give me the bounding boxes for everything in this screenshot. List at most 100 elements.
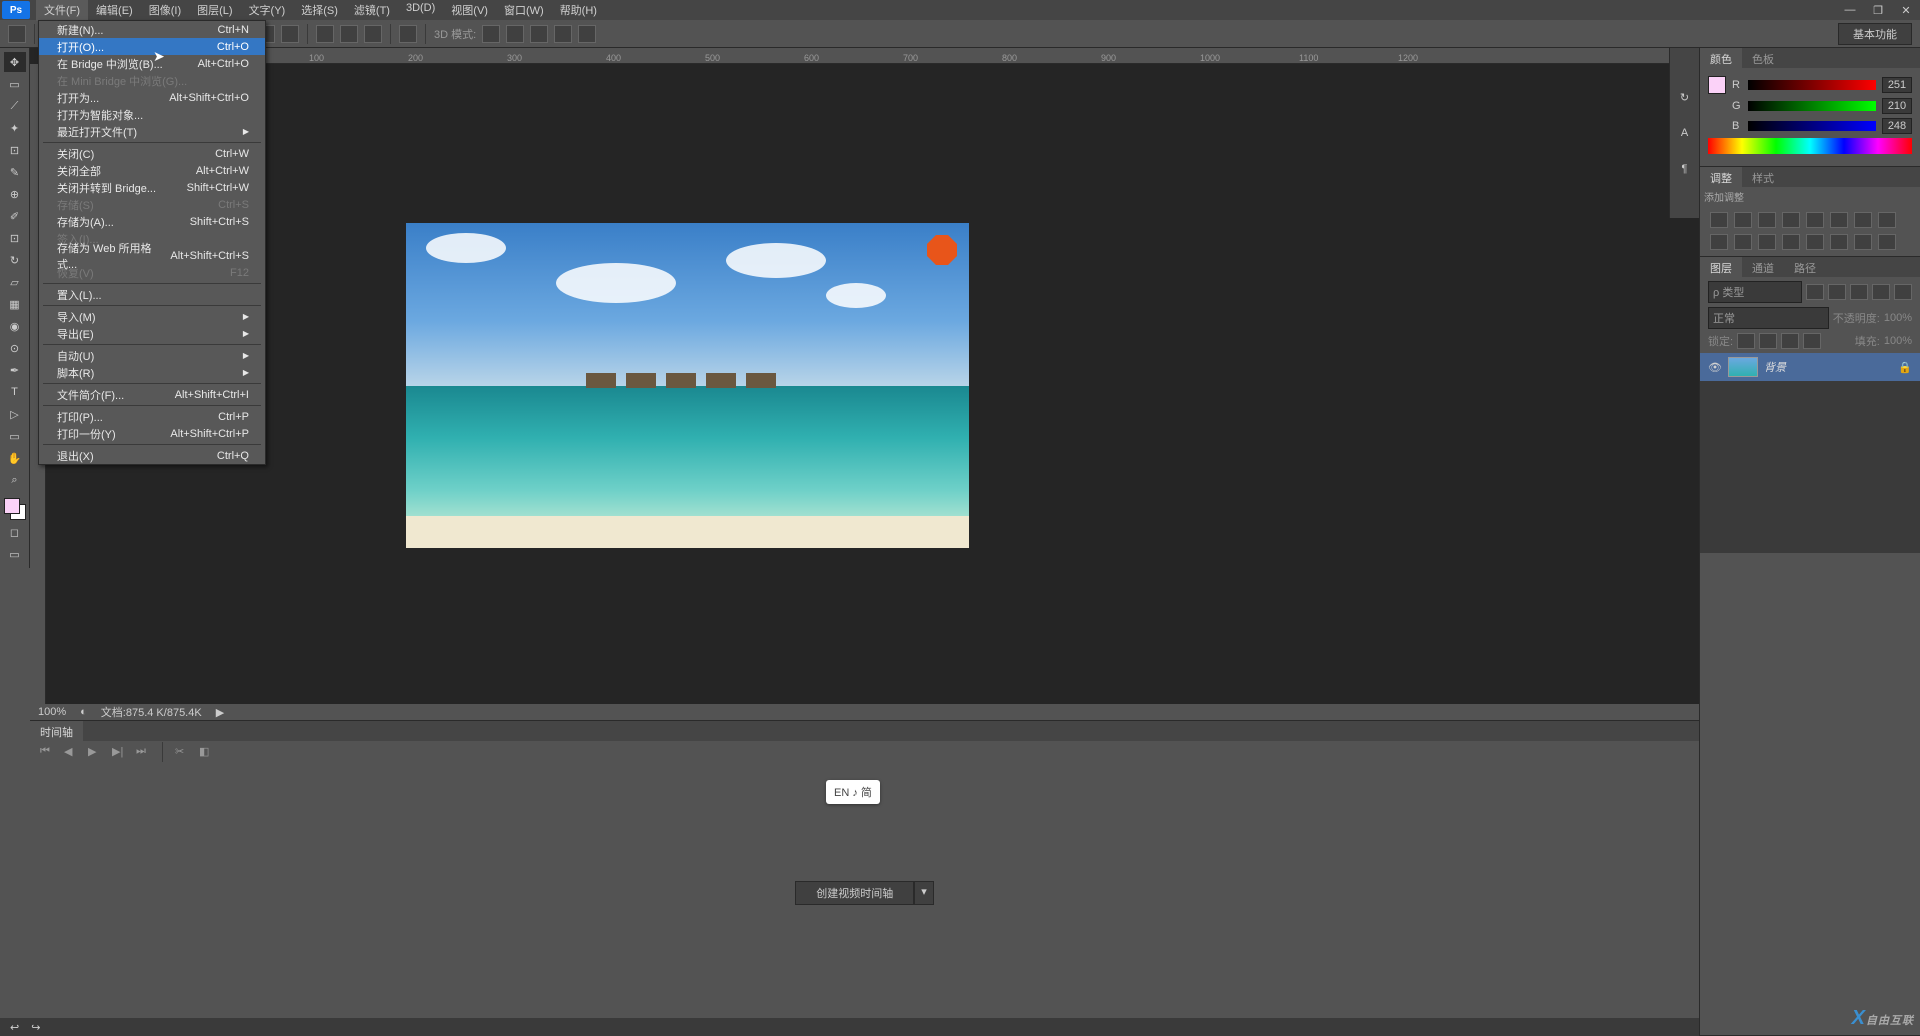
- photo-filter-icon[interactable]: [1710, 234, 1728, 250]
- eraser-tool[interactable]: ▱: [4, 272, 26, 292]
- lock-icon[interactable]: 🔒: [1898, 361, 1912, 374]
- file-menu-item[interactable]: 关闭全部Alt+Ctrl+W: [39, 162, 265, 179]
- file-menu-item[interactable]: 打开为智能对象...: [39, 106, 265, 123]
- 3d-mode-icon[interactable]: [506, 25, 524, 43]
- selective-color-icon[interactable]: [1878, 234, 1896, 250]
- channels-tab[interactable]: 通道: [1742, 257, 1784, 277]
- zoom-slider-icon[interactable]: ◐: [80, 706, 87, 718]
- b-slider[interactable]: [1748, 121, 1876, 131]
- menubar-item[interactable]: 文件(F): [36, 0, 88, 21]
- b-value[interactable]: 248: [1882, 118, 1912, 134]
- split-icon[interactable]: ✂: [175, 745, 189, 759]
- lock-transparent-icon[interactable]: [1737, 333, 1755, 349]
- curves-icon[interactable]: [1758, 212, 1776, 228]
- posterize-icon[interactable]: [1806, 234, 1824, 250]
- marquee-tool[interactable]: ▭: [4, 74, 26, 94]
- file-menu-item[interactable]: 新建(N)...Ctrl+N: [39, 21, 265, 38]
- close-button[interactable]: ✕: [1892, 0, 1920, 20]
- 3d-mode-icon[interactable]: [578, 25, 596, 43]
- menubar-item[interactable]: 窗口(W): [496, 0, 552, 21]
- align-icon[interactable]: [316, 25, 334, 43]
- document-canvas[interactable]: [406, 223, 969, 548]
- menubar-item[interactable]: 3D(D): [398, 0, 443, 21]
- menubar-item[interactable]: 图像(I): [141, 0, 189, 21]
- history-panel-icon[interactable]: ↻: [1676, 88, 1694, 106]
- menubar-item[interactable]: 文字(Y): [241, 0, 294, 21]
- file-menu-item[interactable]: 自动(U)▶: [39, 347, 265, 364]
- lookup-icon[interactable]: [1758, 234, 1776, 250]
- r-slider[interactable]: [1748, 80, 1876, 90]
- lock-position-icon[interactable]: [1781, 333, 1799, 349]
- file-menu-item[interactable]: 退出(X)Ctrl+Q: [39, 447, 265, 464]
- timeline-dropdown-icon[interactable]: ▾: [914, 881, 934, 905]
- screen-mode-icon[interactable]: ▭: [4, 544, 26, 564]
- 3d-mode-icon[interactable]: [482, 25, 500, 43]
- menubar-item[interactable]: 视图(V): [443, 0, 496, 21]
- file-menu-item[interactable]: 关闭并转到 Bridge...Shift+Ctrl+W: [39, 179, 265, 196]
- lock-all-icon[interactable]: [1803, 333, 1821, 349]
- color-balance-icon[interactable]: [1854, 212, 1872, 228]
- brush-tool[interactable]: ✐: [4, 206, 26, 226]
- swatches-tab[interactable]: 色板: [1742, 48, 1784, 68]
- layer-kind-filter[interactable]: ρ 类型: [1708, 281, 1802, 303]
- create-video-timeline-button[interactable]: 创建视频时间轴: [795, 881, 914, 905]
- layers-tab[interactable]: 图层: [1700, 257, 1742, 277]
- pen-tool[interactable]: ✒: [4, 360, 26, 380]
- tool-preset-icon[interactable]: [8, 25, 26, 43]
- file-menu-item[interactable]: 打印(P)...Ctrl+P: [39, 408, 265, 425]
- file-menu-item[interactable]: 打开(O)...Ctrl+O: [39, 38, 265, 55]
- align-icon[interactable]: [340, 25, 358, 43]
- eyedropper-tool[interactable]: ✎: [4, 162, 26, 182]
- status-arrow-icon[interactable]: ▶: [216, 706, 224, 719]
- goto-start-icon[interactable]: ⏮: [40, 745, 54, 759]
- hand-tool[interactable]: ✋: [4, 448, 26, 468]
- menubar-item[interactable]: 滤镜(T): [346, 0, 398, 21]
- levels-icon[interactable]: [1734, 212, 1752, 228]
- adjustments-tab[interactable]: 调整: [1700, 167, 1742, 187]
- file-menu-item[interactable]: 关闭(C)Ctrl+W: [39, 145, 265, 162]
- invert-icon[interactable]: [1782, 234, 1800, 250]
- g-slider[interactable]: [1748, 101, 1876, 111]
- history-brush-tool[interactable]: ↻: [4, 250, 26, 270]
- blur-tool[interactable]: ◉: [4, 316, 26, 336]
- blend-mode-select[interactable]: 正常: [1708, 307, 1829, 329]
- foreground-color[interactable]: [4, 498, 20, 514]
- file-menu-item[interactable]: 存储为(A)...Shift+Ctrl+S: [39, 213, 265, 230]
- menubar-item[interactable]: 编辑(E): [88, 0, 141, 21]
- file-menu-item[interactable]: 在 Bridge 中浏览(B)...Alt+Ctrl+O: [39, 55, 265, 72]
- menubar-item[interactable]: 图层(L): [189, 0, 240, 21]
- goto-end-icon[interactable]: ⏭: [136, 745, 150, 759]
- crop-tool[interactable]: ⊡: [4, 140, 26, 160]
- play-icon[interactable]: ▶: [88, 745, 102, 759]
- file-menu-item[interactable]: 打印一份(Y)Alt+Shift+Ctrl+P: [39, 425, 265, 442]
- threshold-icon[interactable]: [1830, 234, 1848, 250]
- brightness-icon[interactable]: [1710, 212, 1728, 228]
- prev-frame-icon[interactable]: ◀: [64, 745, 78, 759]
- menubar-item[interactable]: 选择(S): [293, 0, 346, 21]
- bw-icon[interactable]: [1878, 212, 1896, 228]
- move-tool[interactable]: ✥: [4, 52, 26, 72]
- g-value[interactable]: 210: [1882, 98, 1912, 114]
- right-arrow-icon[interactable]: ↪: [31, 1021, 40, 1034]
- maximize-button[interactable]: ❐: [1864, 0, 1892, 20]
- layer-name[interactable]: 背景: [1764, 359, 1786, 375]
- horizontal-ruler[interactable]: -100010020030040050060070080090010001100…: [46, 48, 1699, 64]
- zoom-tool[interactable]: ⌕: [4, 470, 26, 490]
- healing-tool[interactable]: ⊕: [4, 184, 26, 204]
- wand-tool[interactable]: ✦: [4, 118, 26, 138]
- zoom-level[interactable]: 100%: [38, 706, 66, 718]
- color-swatch[interactable]: [4, 498, 26, 520]
- filter-type-icon[interactable]: [1850, 284, 1868, 300]
- layer-item[interactable]: 👁 背景 🔒: [1700, 353, 1920, 381]
- transition-icon[interactable]: ◧: [199, 745, 213, 759]
- align-icon[interactable]: [364, 25, 382, 43]
- swatch-fg[interactable]: [1708, 76, 1726, 94]
- color-tab[interactable]: 颜色: [1700, 48, 1742, 68]
- filter-pixel-icon[interactable]: [1806, 284, 1824, 300]
- type-tool[interactable]: T: [4, 382, 26, 402]
- minimize-button[interactable]: —: [1836, 0, 1864, 20]
- filter-smart-icon[interactable]: [1894, 284, 1912, 300]
- gradient-tool[interactable]: ▦: [4, 294, 26, 314]
- 3d-mode-icon[interactable]: [554, 25, 572, 43]
- channel-mixer-icon[interactable]: [1734, 234, 1752, 250]
